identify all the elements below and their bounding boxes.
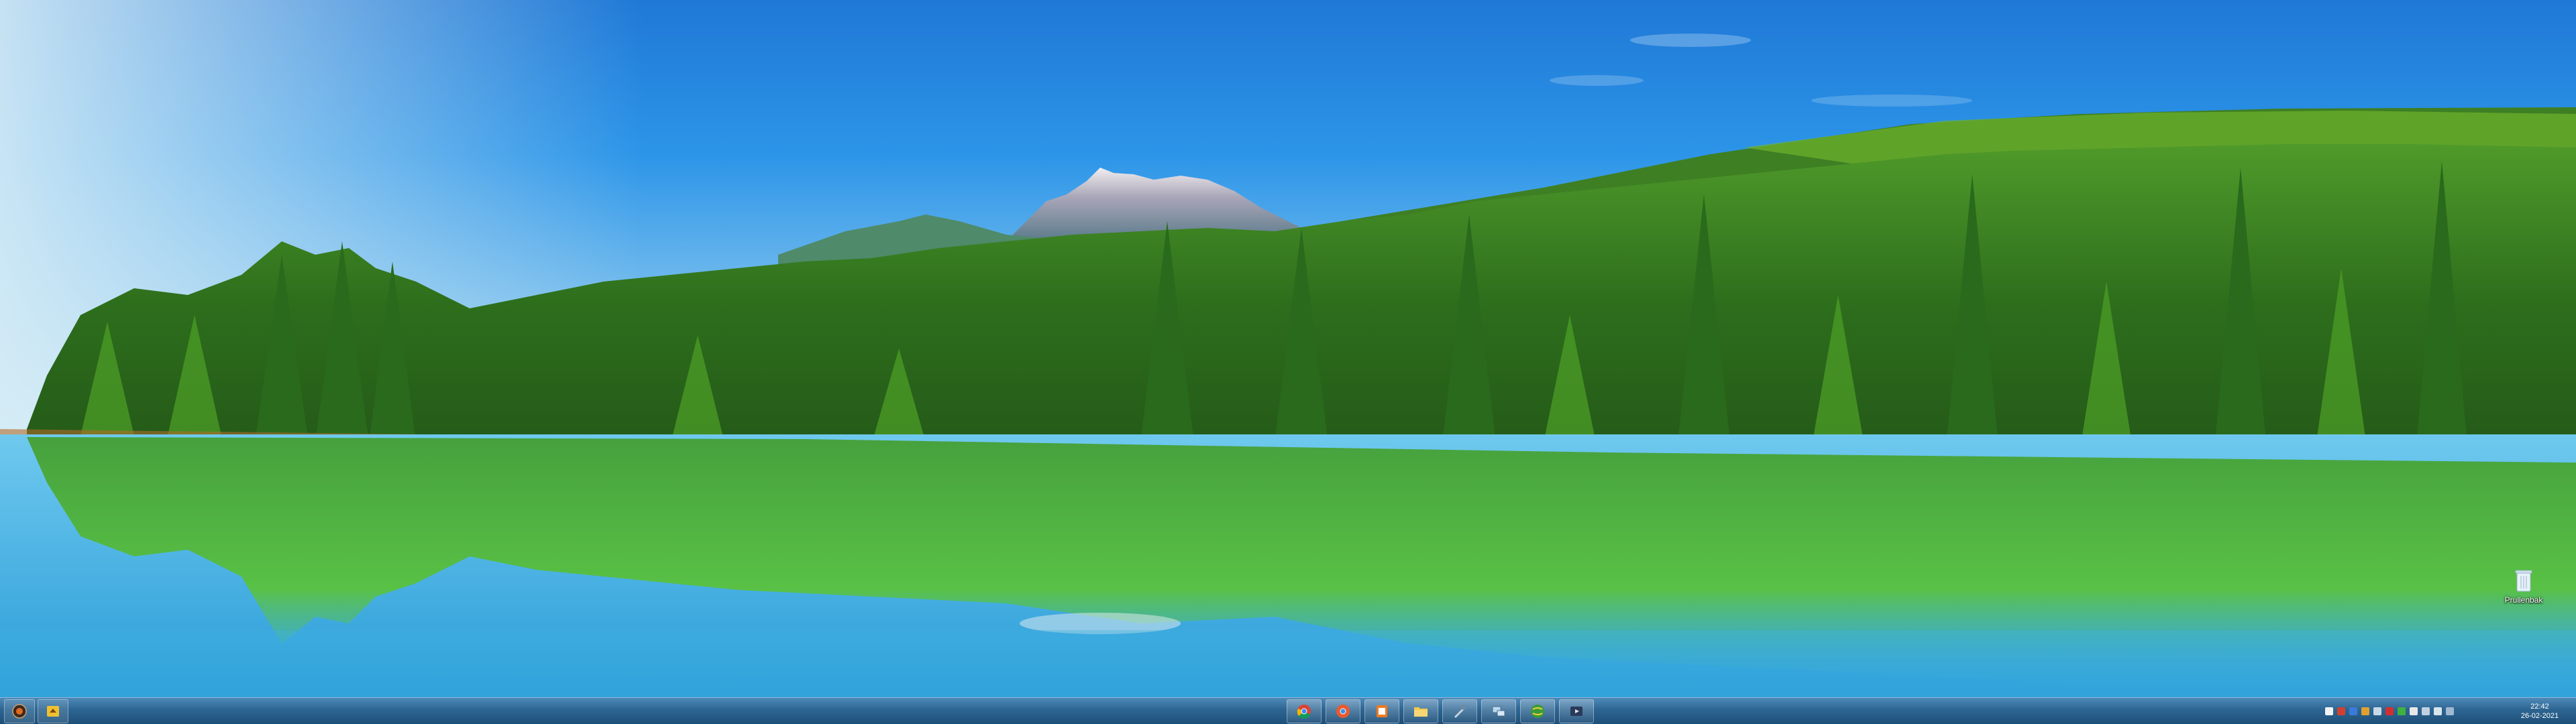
tray-network-icon[interactable] [2422,707,2430,715]
taskbar-tools[interactable] [1442,699,1477,723]
tray-flag-icon[interactable] [2325,707,2333,715]
chrome-icon [1297,705,1311,719]
tray-battery-icon[interactable] [2410,707,2418,715]
taskbar-apps [1287,699,1594,723]
network-icon [1492,706,1505,717]
desktop-wallpaper [0,0,2576,697]
taskbar-network[interactable] [1481,699,1516,723]
tray-chat-icon[interactable] [2385,707,2394,715]
tray-sync-icon[interactable] [2373,707,2381,715]
taskbar-globe[interactable] [1520,699,1555,723]
start-button[interactable] [4,699,35,723]
tray-shield-icon[interactable] [2337,707,2345,715]
tray-app2-icon[interactable] [2446,707,2454,715]
media-icon [1570,707,1582,716]
taskbar: 22:42 26-02-2021 [0,697,2576,724]
desktop-icon-recycle-bin[interactable]: Prullenbak [2483,568,2564,611]
taskbar-clock[interactable]: 22:42 26-02-2021 [2509,701,2571,722]
start-orb-icon [12,704,27,719]
taskbar-media[interactable] [1559,699,1594,723]
tray-security-icon[interactable] [2398,707,2406,715]
file-explorer-icon [1414,707,1428,717]
pinned-app-icon [47,706,59,717]
taskbar-file-explorer[interactable] [1403,699,1438,723]
globe-icon [1531,705,1544,718]
tray-update-icon[interactable] [2349,707,2357,715]
desktop-icon-label: Prullenbak [2504,595,2543,605]
tools-icon [1454,705,1466,718]
taskbar-pinned-app[interactable] [38,699,68,723]
clock-date: 26-02-2021 [2520,712,2559,720]
tray-volume-icon[interactable] [2434,707,2442,715]
chrome-alt-icon [1336,705,1350,718]
recycle-bin-icon [2515,570,2532,592]
office-icon [1377,705,1387,717]
system-tray [2325,703,2454,719]
clock-time: 22:42 [2530,703,2549,711]
taskbar-left [0,699,68,723]
tray-app-icon[interactable] [2361,707,2369,715]
taskbar-chrome-alt[interactable] [1326,699,1360,723]
taskbar-chrome[interactable] [1287,699,1322,723]
taskbar-office[interactable] [1364,699,1399,723]
